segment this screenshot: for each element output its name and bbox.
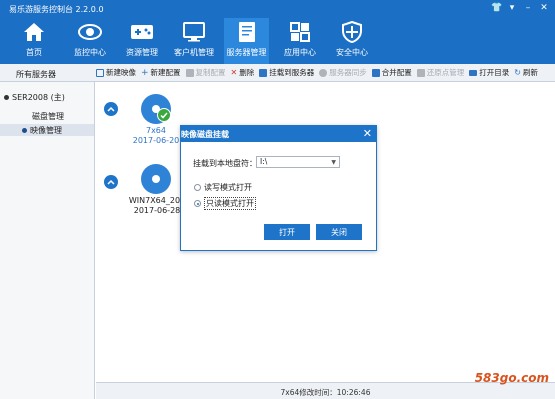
menu-dropdown-icon[interactable]: ▾	[507, 3, 517, 13]
nav-apps[interactable]: 应用中心	[280, 18, 320, 64]
nav-monitor-label: 监控中心	[74, 48, 106, 57]
sync-icon	[319, 68, 328, 77]
nav-resources-label: 资源管理	[126, 48, 158, 57]
home-icon	[19, 20, 49, 44]
tree-server-node[interactable]: SER2008 (主)	[4, 92, 65, 103]
apps-icon	[285, 20, 315, 44]
window-controls: 👕 ▾ – ✕	[491, 3, 549, 13]
copy-config-label: 复制配置	[195, 68, 226, 77]
folder-icon	[469, 69, 478, 76]
status-text: 7x64修改时间：10:26:46	[280, 388, 371, 397]
shield-icon	[337, 20, 367, 44]
new-config-label: 新建配置	[150, 68, 181, 77]
delete-label: 删除	[239, 68, 255, 77]
mount-to-server-button[interactable]: 挂载到服务器	[259, 67, 314, 78]
image-name[interactable]: 7x64	[126, 126, 186, 135]
drive-letter-value: I:\	[260, 157, 268, 166]
selected-dot-icon	[22, 127, 27, 133]
mount-icon	[259, 68, 268, 77]
all-servers-header[interactable]: 所有服务器	[16, 69, 56, 80]
delete-icon: ✕	[230, 67, 238, 77]
merge-icon	[371, 68, 380, 77]
refresh-icon: ↻	[514, 67, 521, 77]
dialog-title: 映像磁盘挂载	[181, 130, 229, 139]
toolbar-row: 所有服务器 新建映像 + 新建配置 复制配置 ✕ 删除 挂载到服务器 服务器同步 合…	[0, 64, 555, 82]
new-image-icon	[96, 68, 104, 77]
nav-apps-label: 应用中心	[284, 48, 316, 57]
drive-letter-label: 挂载到本地盘符：	[193, 159, 257, 168]
nav-clients-label: 客户机管理	[174, 48, 214, 57]
radio-read-write[interactable]: 读写模式打开	[194, 182, 252, 193]
open-button[interactable]: 打开	[264, 224, 310, 240]
app-header: 易乐游服务控制台 2.2.0.0 👕 ▾ – ✕ 首页 监控中心 资源管理 客户…	[0, 0, 555, 64]
eye-icon	[75, 20, 105, 44]
tree-item-disk-management[interactable]: 磁盘管理	[0, 110, 94, 122]
watermark-logo: 583go.com	[474, 371, 549, 385]
chevron-down-icon: ▼	[331, 159, 336, 166]
close-icon[interactable]: ✕	[363, 127, 372, 140]
server-node-icon	[4, 95, 9, 100]
radio-read-only-label: 只读模式打开	[204, 197, 256, 210]
radio-read-write-circle[interactable]	[194, 184, 201, 191]
title-bar: 易乐游服务控制台 2.2.0.0 👕 ▾ – ✕	[0, 0, 555, 18]
server-document-icon	[232, 20, 262, 44]
image-date: 2017-06-20	[132, 136, 180, 145]
open-folder-button[interactable]: 打开目录	[469, 67, 509, 78]
merge-config-label: 合并配置	[381, 68, 412, 77]
disk-hole	[152, 175, 160, 183]
restore-icon	[416, 68, 425, 77]
tree-item-image-management[interactable]: 映像管理	[0, 124, 94, 136]
new-config-button[interactable]: + 新建配置	[141, 67, 181, 78]
nav-servers-label: 服务器管理	[226, 48, 267, 57]
drive-letter-select[interactable]: I:\ ▼	[256, 156, 340, 168]
new-image-label: 新建映像	[106, 68, 136, 77]
server-tree: SER2008 (主) 磁盘管理 映像管理	[0, 82, 95, 399]
delete-button[interactable]: ✕ 删除	[231, 67, 255, 78]
nav-security[interactable]: 安全中心	[332, 18, 372, 64]
nav-home-label: 首页	[26, 48, 42, 57]
refresh-label: 刷新	[522, 68, 538, 77]
radio-read-only-circle[interactable]	[194, 200, 201, 207]
app-title: 易乐游服务控制台 2.2.0.0	[9, 5, 104, 14]
new-image-button[interactable]: 新建映像	[96, 67, 136, 78]
merge-config-button[interactable]: 合并配置	[371, 67, 412, 78]
plus-icon: +	[141, 67, 149, 78]
mount-dialog: 映像磁盘挂载 ✕ 挂载到本地盘符： I:\ ▼ 读写模式打开 只读模式打开 打开…	[180, 125, 377, 251]
open-folder-label: 打开目录	[479, 68, 510, 77]
skin-icon[interactable]: 👕	[491, 3, 502, 13]
disk-management-label: 磁盘管理	[32, 111, 64, 121]
close-button[interactable]: 关闭	[316, 224, 362, 240]
nav-servers[interactable]: 服务器管理	[224, 18, 269, 64]
close-window-button[interactable]: ✕	[539, 3, 549, 13]
copy-config-button[interactable]: 复制配置	[185, 67, 226, 78]
restore-point-button[interactable]: 还原点管理	[416, 67, 465, 78]
minimize-button[interactable]: –	[523, 3, 533, 13]
server-node-label: SER2008 (主)	[12, 93, 65, 102]
collapse-arrow-button[interactable]	[104, 102, 118, 116]
restore-point-label: 还原点管理	[426, 68, 465, 77]
refresh-button[interactable]: ↻ 刷新	[514, 67, 538, 78]
nav-home[interactable]: 首页	[14, 18, 54, 64]
radio-read-only[interactable]: 只读模式打开	[194, 197, 256, 210]
check-icon	[157, 108, 171, 122]
mount-to-server-label: 挂载到服务器	[269, 68, 315, 77]
nav-monitor[interactable]: 监控中心	[68, 18, 112, 64]
monitor-icon	[179, 20, 209, 44]
image-toolbar: 新建映像 + 新建配置 复制配置 ✕ 删除 挂载到服务器 服务器同步 合并配置 还原…	[96, 67, 543, 78]
dialog-title-bar[interactable]: 映像磁盘挂载 ✕	[181, 126, 376, 142]
radio-read-write-label: 读写模式打开	[204, 183, 252, 192]
gamepad-icon	[127, 20, 157, 44]
collapse-arrow-button[interactable]	[104, 175, 118, 189]
nav-resources[interactable]: 资源管理	[120, 18, 164, 64]
nav-clients[interactable]: 客户机管理	[171, 18, 217, 64]
server-sync-button[interactable]: 服务器同步	[319, 67, 367, 78]
disk-icon[interactable]	[141, 164, 171, 194]
image-management-label: 映像管理	[30, 125, 62, 135]
copy-icon	[185, 68, 194, 77]
server-sync-label: 服务器同步	[329, 68, 367, 77]
nav-security-label: 安全中心	[336, 48, 368, 57]
